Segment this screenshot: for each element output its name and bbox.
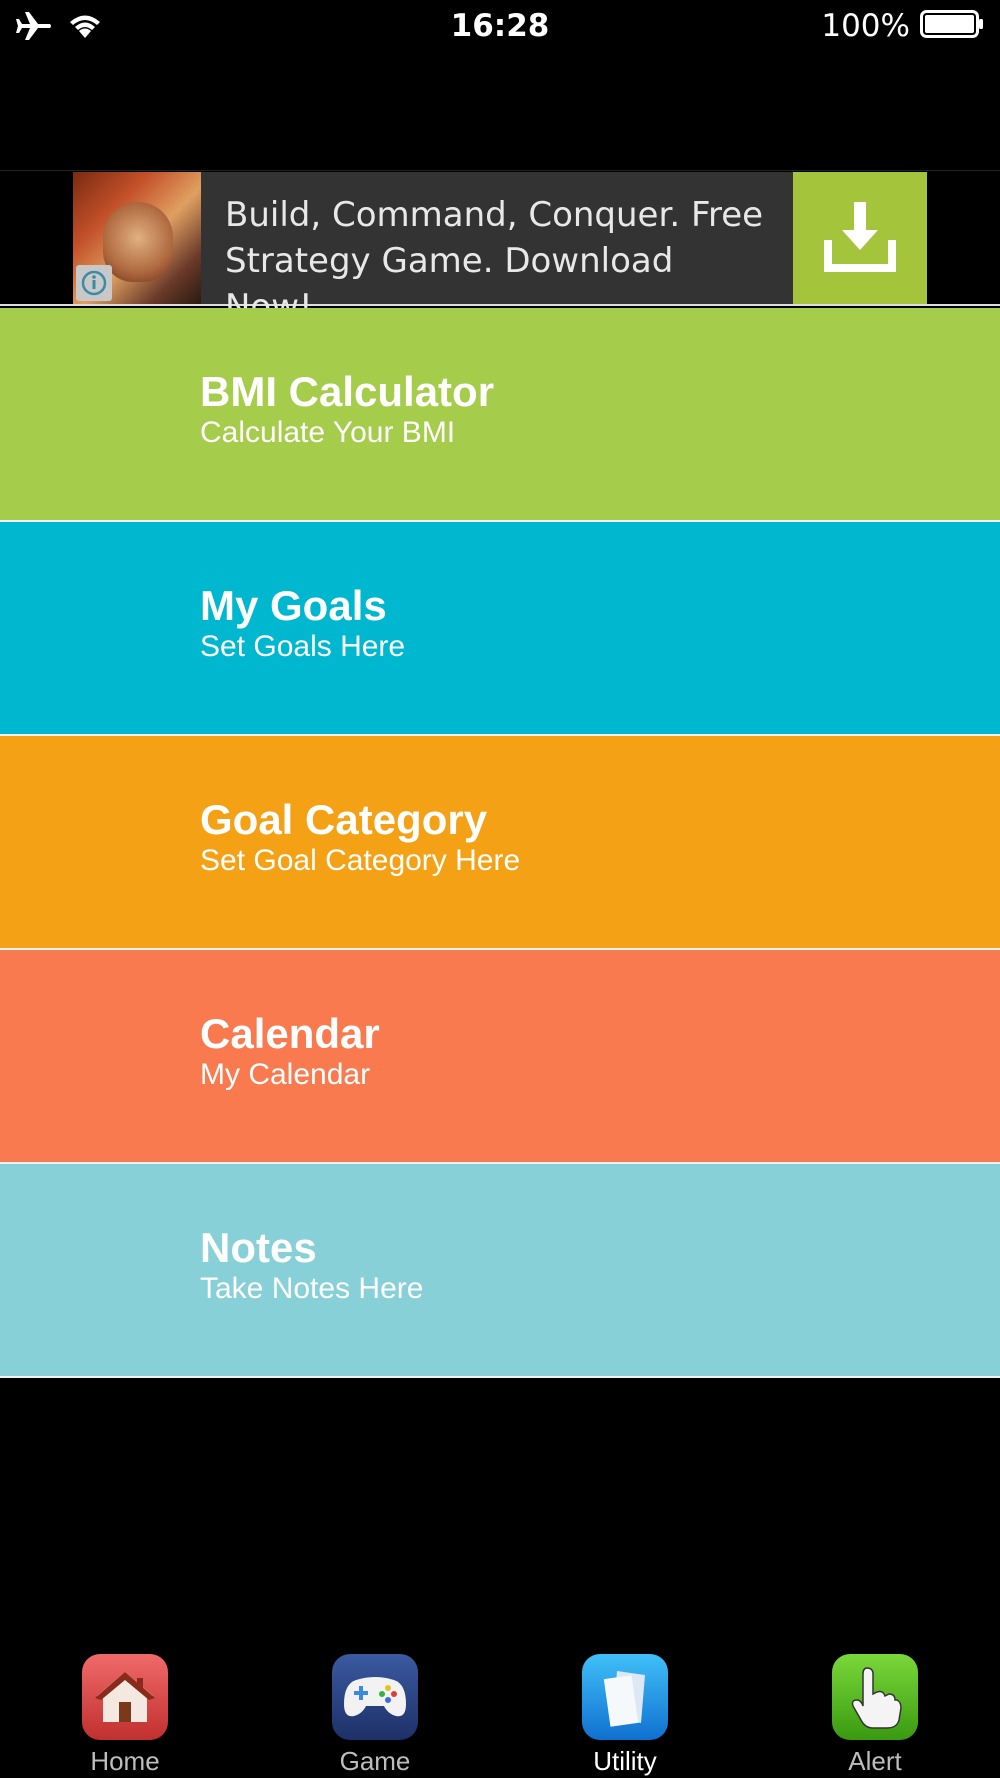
ad-banner[interactable]: Build, Command, Conquer. Free Strategy G…: [73, 172, 927, 327]
tab-home[interactable]: Home: [0, 1640, 250, 1778]
tab-label: Utility: [593, 1746, 657, 1776]
ad-strip: Build, Command, Conquer. Free Strategy G…: [0, 170, 1000, 327]
tile-subtitle: Calculate Your BMI: [200, 416, 456, 449]
documents-icon[interactable]: [582, 1654, 668, 1740]
tab-label: Game: [339, 1746, 411, 1776]
ad-download-button[interactable]: [793, 172, 927, 304]
tab-label: Alert: [848, 1746, 902, 1776]
my-goals-tile[interactable]: My Goals Set Goals Here: [0, 522, 1000, 736]
battery-percentage: 100%: [821, 8, 910, 44]
ad-game-thumbnail[interactable]: [73, 172, 201, 304]
gamepad-icon[interactable]: [332, 1654, 418, 1740]
tile-title: BMI Calculator: [200, 368, 495, 415]
tile-subtitle: My Calendar: [200, 1058, 371, 1091]
status-right: 100%: [821, 8, 984, 44]
tile-title: Goal Category: [200, 796, 488, 843]
battery-icon: [920, 9, 984, 44]
tab-bar: Home Game Utility Alert: [0, 1640, 1000, 1778]
ad-info-icon[interactable]: [76, 265, 112, 301]
download-icon: [818, 194, 902, 283]
tile-title: Notes: [200, 1224, 317, 1271]
tab-alert[interactable]: Alert: [750, 1640, 1000, 1778]
tile-subtitle: Set Goals Here: [200, 630, 406, 663]
goal-category-tile[interactable]: Goal Category Set Goal Category Here: [0, 736, 1000, 950]
tile-title: My Goals: [200, 582, 387, 629]
hand-pointer-icon[interactable]: [832, 1654, 918, 1740]
tab-game[interactable]: Game: [250, 1640, 500, 1778]
status-bar: 16:28 100%: [0, 0, 1000, 56]
tab-label: Home: [90, 1746, 160, 1776]
utility-menu: BMI Calculator Calculate Your BMI My Goa…: [0, 308, 1000, 1378]
ad-text[interactable]: Build, Command, Conquer. Free Strategy G…: [201, 172, 793, 327]
tab-utility[interactable]: Utility: [500, 1640, 750, 1778]
notes-tile[interactable]: Notes Take Notes Here: [0, 1164, 1000, 1378]
calendar-tile[interactable]: Calendar My Calendar: [0, 950, 1000, 1164]
bmi-calculator-tile[interactable]: BMI Calculator Calculate Your BMI: [0, 308, 1000, 522]
tile-subtitle: Set Goal Category Here: [200, 844, 521, 877]
tile-title: Calendar: [200, 1010, 380, 1057]
house-icon[interactable]: [82, 1654, 168, 1740]
ad-warrior-face-image: [103, 202, 173, 282]
tile-subtitle: Take Notes Here: [200, 1272, 424, 1305]
